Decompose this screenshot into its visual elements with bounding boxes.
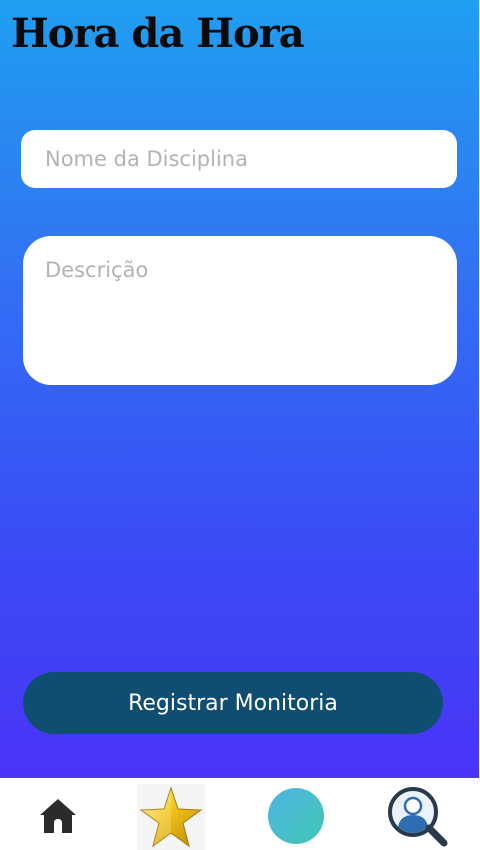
nav-favorites-button[interactable] (137, 784, 205, 850)
discipline-name-input[interactable] (21, 130, 457, 188)
main-screen: Hora da Hora Registrar Monitoria (0, 0, 479, 778)
star-icon (139, 786, 203, 848)
home-icon (40, 799, 76, 833)
nav-home-button[interactable] (36, 794, 80, 838)
nav-profile-button[interactable] (268, 788, 324, 844)
app-title: Hora da Hora (11, 10, 305, 57)
user-search-icon (388, 787, 448, 847)
bottom-nav (0, 778, 480, 850)
description-input[interactable] (23, 236, 457, 385)
register-monitoring-button[interactable]: Registrar Monitoria (23, 672, 443, 734)
nav-search-users-button[interactable] (386, 784, 448, 848)
